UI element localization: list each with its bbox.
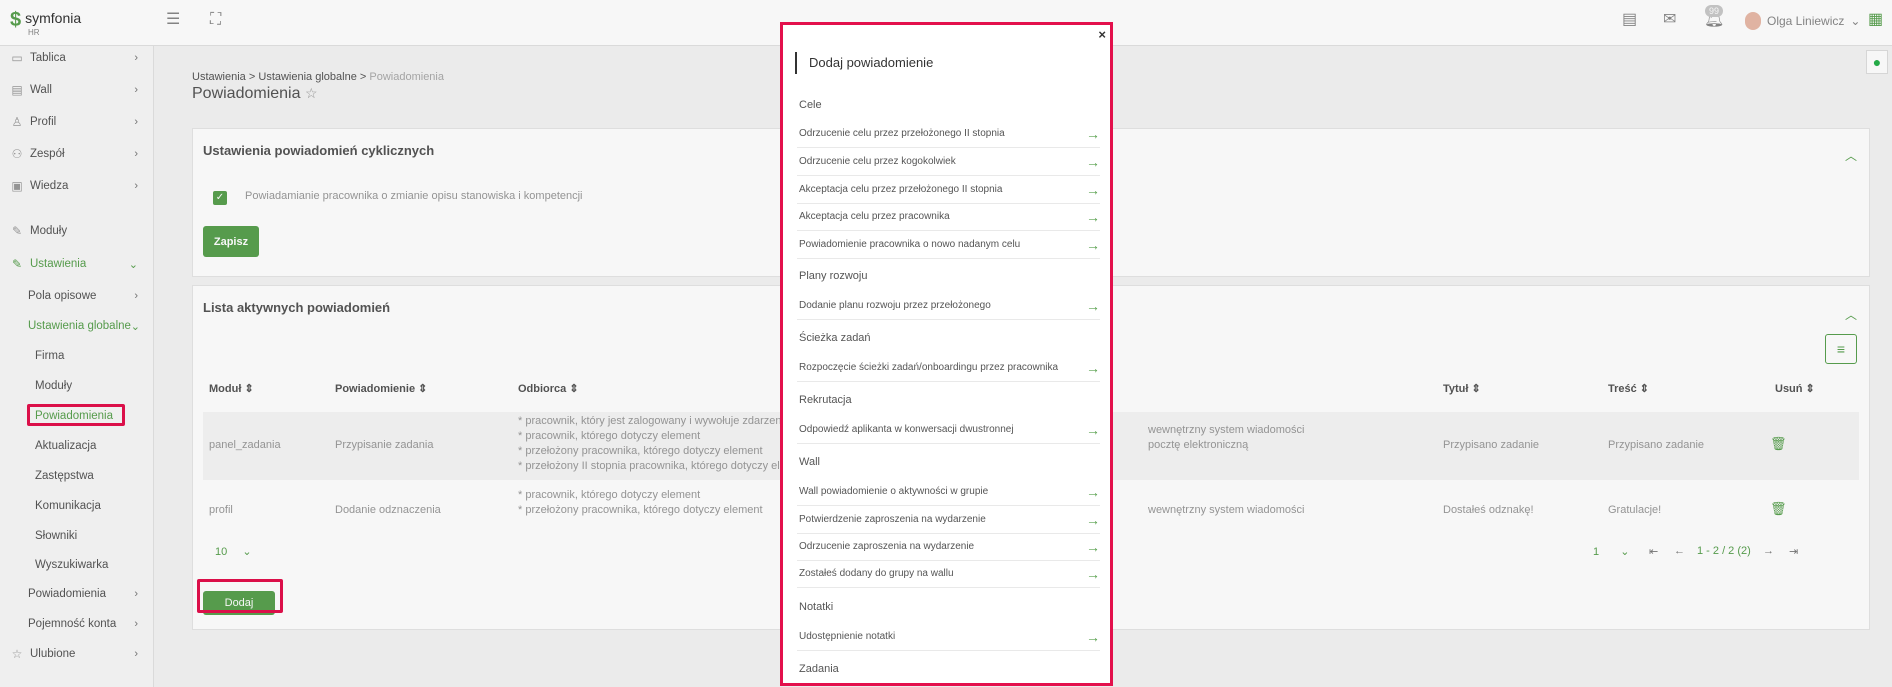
- group-cele: Cele: [799, 99, 822, 111]
- option-item[interactable]: Rozpoczęcie ścieżki zadań/onboardingu pr…: [797, 354, 1100, 382]
- option-label: Udostępnienie notatki: [799, 631, 896, 642]
- option-label: Odpowiedź aplikanta w konwersacji dwustr…: [799, 424, 1014, 435]
- option-label: Odrzucenie celu przez kogokolwiek: [799, 156, 956, 167]
- option-label: Akceptacja celu przez pracownika: [799, 211, 950, 222]
- option-item[interactable]: Potwierdzenie zaproszenia na wydarzenie →: [797, 506, 1100, 534]
- option-label: Rozpoczęcie ścieżki zadań/onboardingu pr…: [799, 362, 1059, 373]
- option-item[interactable]: Wall powiadomienie o aktywności w grupie…: [797, 478, 1100, 506]
- arrow-right-icon: →: [1086, 297, 1100, 314]
- option-item[interactable]: Odrzucenie zaproszenia na wydarzenie →: [797, 533, 1100, 561]
- arrow-right-icon: →: [1086, 359, 1100, 376]
- group-sciezka-zadan: Ścieżka zadań: [799, 332, 871, 344]
- option-label: Wall powiadomienie o aktywności w grupie: [799, 486, 989, 497]
- add-notification-modal: × Dodaj powiadomienie Cele Odrzucenie ce…: [780, 22, 1113, 686]
- arrow-right-icon: →: [1086, 565, 1100, 582]
- option-label: Powiadomienie pracownika o nowo nadanym …: [799, 239, 1021, 250]
- arrow-right-icon: →: [1086, 421, 1100, 438]
- arrow-right-icon: →: [1086, 236, 1100, 253]
- option-item[interactable]: Akceptacja celu przez przełożonego II st…: [797, 176, 1100, 204]
- arrow-right-icon: →: [1086, 538, 1100, 555]
- arrow-right-icon: →: [1086, 125, 1100, 142]
- option-label: Dodanie planu rozwoju przez przełożonego: [799, 300, 991, 311]
- option-label: Akceptacja celu przez przełożonego II st…: [799, 184, 1003, 195]
- group-zadania: Zadania: [799, 663, 839, 675]
- group-plany-rozwoju: Plany rozwoju: [799, 270, 868, 282]
- option-label: Odrzucenie zaproszenia na wydarzenie: [799, 541, 975, 552]
- group-wall: Wall: [799, 456, 820, 468]
- option-item[interactable]: Akceptacja celu przez pracownika →: [797, 203, 1100, 231]
- arrow-right-icon: →: [1086, 208, 1100, 225]
- option-item[interactable]: Odpowiedź aplikanta w konwersacji dwustr…: [797, 416, 1100, 444]
- group-rekrutacja: Rekrutacja: [799, 394, 852, 406]
- option-item[interactable]: Udostępnienie notatki →: [797, 623, 1100, 651]
- arrow-right-icon: →: [1086, 181, 1100, 198]
- option-label: Potwierdzenie zaproszenia na wydarzenie: [799, 514, 986, 525]
- option-label: Odrzucenie celu przez przełożonego II st…: [799, 128, 1005, 139]
- arrow-right-icon: →: [1086, 628, 1100, 645]
- option-item[interactable]: Powiadomienie pracownika o nowo nadanym …: [797, 231, 1100, 259]
- option-item[interactable]: Odrzucenie celu przez przełożonego II st…: [797, 120, 1100, 148]
- option-item[interactable]: Odrzucenie celu przez kogokolwiek →: [797, 148, 1100, 176]
- close-icon[interactable]: ×: [1098, 27, 1106, 42]
- option-item[interactable]: Zostałeś dodany do grupy na wallu →: [797, 560, 1100, 588]
- arrow-right-icon: →: [1086, 153, 1100, 170]
- option-label: Zostałeś dodany do grupy na wallu: [799, 568, 954, 579]
- modal-title: Dodaj powiadomienie: [795, 52, 933, 74]
- group-notatki: Notatki: [799, 601, 834, 613]
- option-item[interactable]: Dodanie planu rozwoju przez przełożonego…: [797, 292, 1100, 320]
- arrow-right-icon: →: [1086, 483, 1100, 500]
- arrow-right-icon: →: [1086, 511, 1100, 528]
